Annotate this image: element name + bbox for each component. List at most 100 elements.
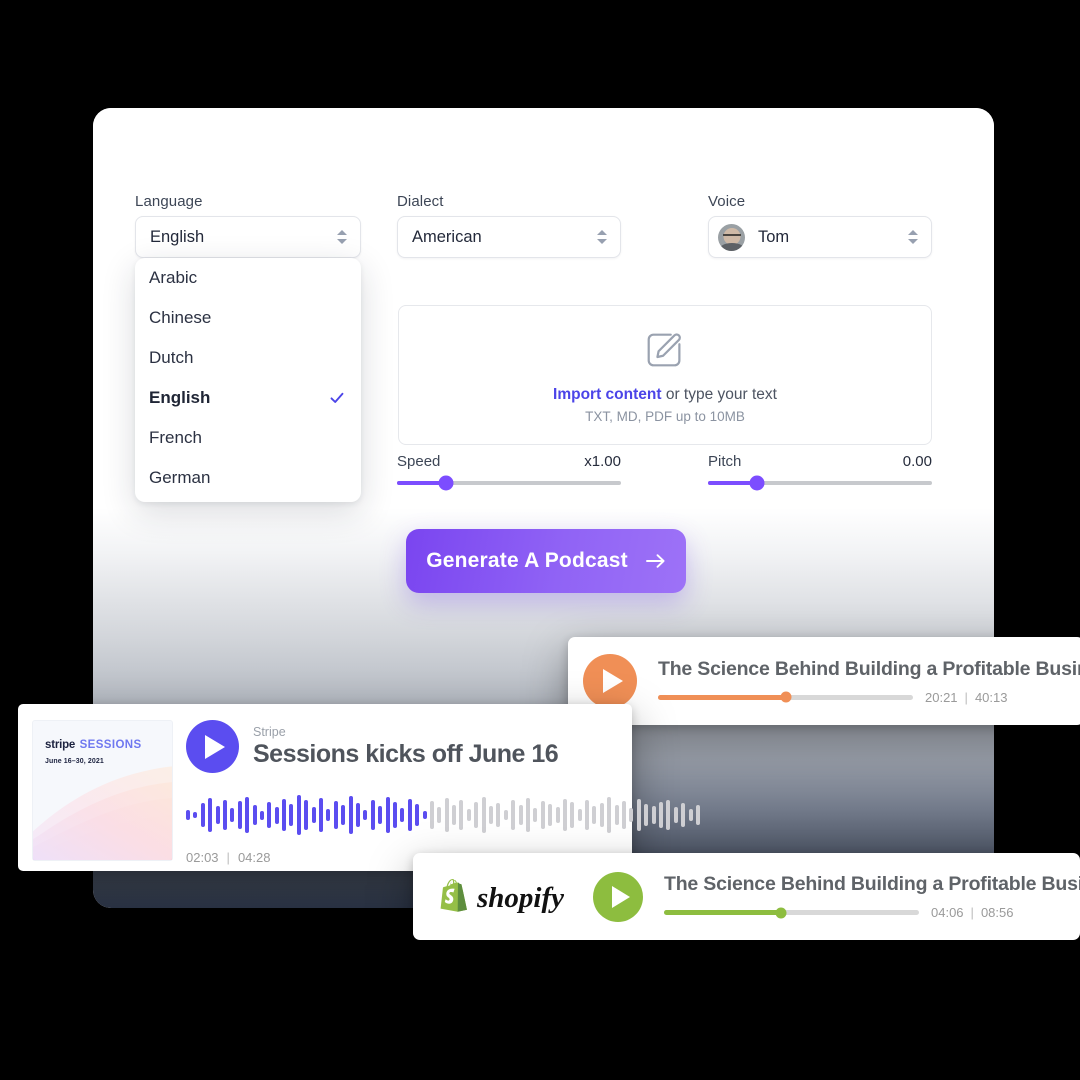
dropdown-option-german[interactable]: German xyxy=(135,458,361,498)
waveform-bar xyxy=(259,810,264,820)
waveform-bar xyxy=(304,800,309,830)
dropdown-option-english[interactable]: English xyxy=(135,378,361,418)
waveform-bar xyxy=(511,800,516,830)
speed-label: Speed xyxy=(397,453,441,470)
waveform-bar xyxy=(282,799,287,831)
artwork-date: June 16–30, 2021 xyxy=(45,758,104,765)
voice-select[interactable]: Tom xyxy=(708,216,932,258)
artwork-logo: stripe SESSIONS June 16–30, 2021 xyxy=(45,735,142,765)
language-select[interactable]: English xyxy=(135,216,361,258)
waveform-bar xyxy=(326,809,331,821)
dropdown-option-dutch[interactable]: Dutch xyxy=(135,338,361,378)
dropdown-option-chinese[interactable]: Chinese xyxy=(135,298,361,338)
player-orange-progress-knob[interactable] xyxy=(780,691,791,703)
player-card-stripe[interactable]: stripe SESSIONS June 16–30, 2021 Stripe … xyxy=(18,704,700,871)
player-orange-progressbar[interactable] xyxy=(658,691,913,703)
language-dropdown-menu[interactable]: Arabic Chinese Dutch English French Germ… xyxy=(135,258,361,502)
waveform-bar xyxy=(607,797,612,833)
player-stripe-waveform[interactable] xyxy=(186,789,700,841)
language-select-value: English xyxy=(150,227,205,246)
album-artwork-stripe: stripe SESSIONS June 16–30, 2021 xyxy=(32,720,173,861)
dropdown-option-arabic[interactable]: Arabic xyxy=(135,258,361,298)
player-card-shopify[interactable]: shopify The Science Behind Building a Pr… xyxy=(413,853,1080,940)
player-shopify-current-time: 04:06 xyxy=(931,905,964,920)
player-shopify-title: The Science Behind Building a Profitable… xyxy=(664,873,1080,895)
waveform-bar xyxy=(363,810,368,820)
waveform-bar xyxy=(503,810,508,820)
generate-podcast-button[interactable]: Generate A Podcast xyxy=(406,529,686,593)
waveform-bar xyxy=(555,807,560,823)
check-icon xyxy=(330,392,344,403)
waveform-bar xyxy=(599,803,604,827)
waveform-bar xyxy=(289,804,294,826)
play-icon[interactable] xyxy=(186,720,239,773)
waveform-bar xyxy=(186,810,190,820)
waveform-bar xyxy=(629,808,634,822)
player-shopify-progressbar[interactable] xyxy=(664,907,919,918)
speed-slider-knob[interactable] xyxy=(438,475,454,491)
dialect-select[interactable]: American xyxy=(397,216,621,258)
waveform-bar xyxy=(230,808,235,822)
pitch-label: Pitch xyxy=(708,453,742,470)
waveform-bar xyxy=(489,806,494,824)
waveform-bar xyxy=(518,805,523,825)
generate-podcast-label: Generate A Podcast xyxy=(426,549,628,572)
player-shopify-total-time: 08:56 xyxy=(980,905,1014,920)
pitch-slider-track[interactable] xyxy=(708,475,932,491)
player-shopify-progress-knob[interactable] xyxy=(775,907,787,918)
waveform-bar xyxy=(392,802,397,828)
waveform-bar xyxy=(562,799,567,831)
player-card-orange[interactable]: The Science Behind Building a Profitable… xyxy=(568,637,1080,725)
waveform-bar xyxy=(296,795,301,835)
waveform-bar xyxy=(496,803,501,827)
import-content-rest: or type your text xyxy=(661,385,777,403)
play-icon[interactable] xyxy=(583,654,637,708)
waveform-bar xyxy=(459,800,464,830)
waveform-bar xyxy=(622,801,627,829)
waveform-bar xyxy=(437,807,442,823)
player-orange-progress-row: 20:21 | 40:13 xyxy=(658,690,1080,705)
waveform-bar xyxy=(585,800,590,830)
dialect-select-value: American xyxy=(412,227,482,246)
import-file-hint: TXT, MD, PDF up to 10MB xyxy=(585,408,745,424)
shopify-logo: shopify xyxy=(440,878,564,914)
voice-label: Voice xyxy=(708,193,746,210)
waveform-bar xyxy=(252,805,257,825)
speed-slider-track[interactable] xyxy=(397,475,621,491)
screenshot-stage: Language English Dialect American Voice … xyxy=(0,0,1080,1080)
waveform-bar xyxy=(237,801,242,829)
dropdown-option-label: French xyxy=(149,428,202,447)
waveform-bar xyxy=(422,811,427,819)
waveform-bar xyxy=(688,809,693,821)
player-shopify-progress-row: 04:06 | 08:56 xyxy=(664,905,1080,920)
waveform-bar xyxy=(474,802,479,828)
waveform-bar xyxy=(208,798,213,832)
import-content-link[interactable]: Import content xyxy=(553,386,662,403)
waveform-bar xyxy=(466,809,471,821)
waveform-bar xyxy=(222,800,227,830)
artwork-logo-row: stripe SESSIONS xyxy=(45,735,142,753)
dropdown-option-french[interactable]: French xyxy=(135,418,361,458)
player-shopify-body: The Science Behind Building a Profitable… xyxy=(664,873,1080,920)
waveform-bar xyxy=(452,805,457,825)
waveform-bar xyxy=(319,798,324,832)
voice-select-value: Tom xyxy=(758,227,790,246)
avatar xyxy=(718,223,745,251)
waveform-bar xyxy=(429,801,434,829)
pitch-slider-header: Pitch 0.00 xyxy=(708,453,932,470)
player-stripe-titles: Stripe Sessions kicks off June 16 xyxy=(253,725,559,769)
player-orange-total-time: 40:13 xyxy=(974,689,1008,705)
waveform-bar xyxy=(636,799,641,831)
waveform-bar xyxy=(311,807,316,823)
artwork-stripe-wordmark: stripe xyxy=(45,739,76,751)
play-icon[interactable] xyxy=(593,871,643,922)
waveform-bar xyxy=(385,797,390,833)
pitch-slider-knob[interactable] xyxy=(749,475,765,491)
dropdown-option-label: Dutch xyxy=(149,348,194,367)
waveform-bar xyxy=(577,809,582,821)
import-content-dropzone[interactable]: Import content or type your text TXT, MD… xyxy=(398,305,932,445)
waveform-bar xyxy=(695,805,700,825)
waveform-bar xyxy=(592,806,597,824)
player-shopify-time-separator: | xyxy=(970,905,974,920)
pitch-slider-group: Pitch 0.00 xyxy=(708,453,932,491)
